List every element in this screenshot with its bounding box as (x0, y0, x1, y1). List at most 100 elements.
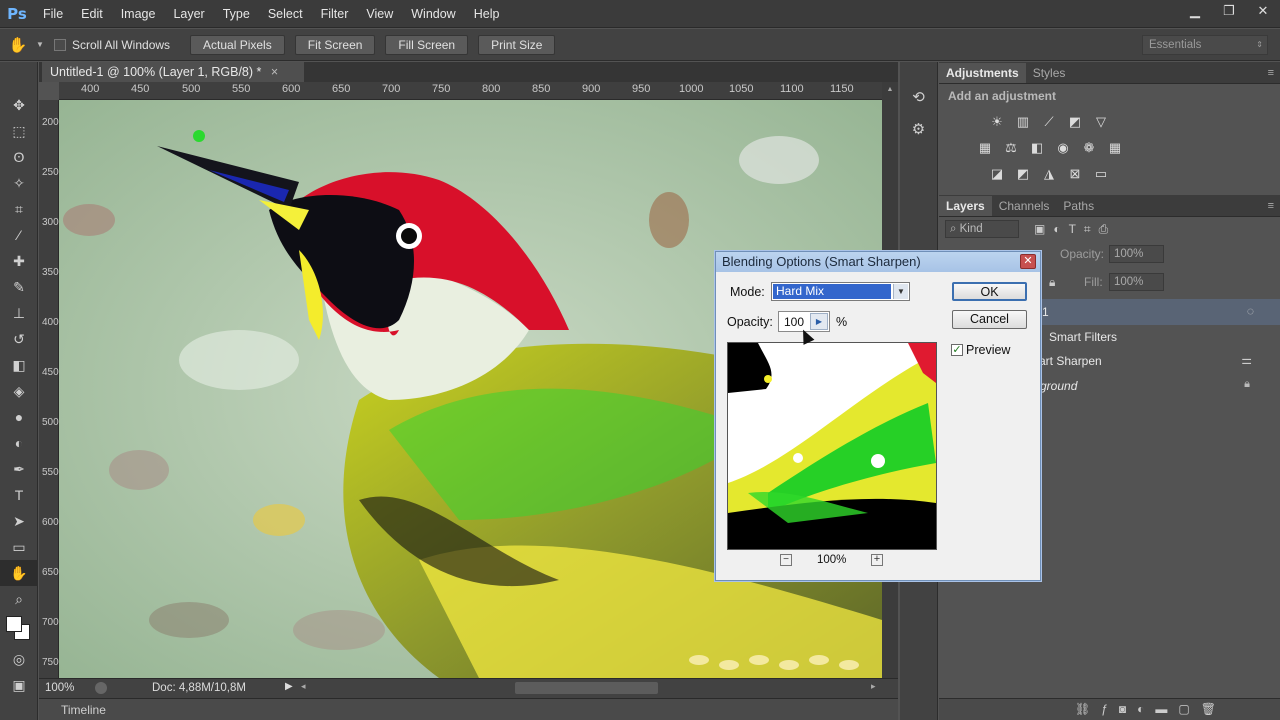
timeline-label[interactable]: Timeline (61, 703, 106, 717)
ruler-tick: 500 (42, 417, 59, 428)
crop-tool-icon[interactable]: ⌗ (0, 196, 38, 222)
clone-stamp-tool-icon[interactable]: ⊥ (0, 300, 38, 326)
threshold-icon[interactable]: ◮ (1039, 165, 1059, 183)
hscroll-right-icon[interactable]: ▸ (871, 681, 876, 692)
tab-styles[interactable]: Styles (1026, 63, 1073, 83)
healing-brush-tool-icon[interactable]: ✚ (0, 248, 38, 274)
scroll-up-icon[interactable]: ▲ (882, 86, 898, 93)
menu-window[interactable]: Window (402, 0, 464, 28)
black-white-icon[interactable]: ◧ (1027, 139, 1047, 157)
document-close-icon[interactable]: × (271, 65, 278, 79)
status-icon[interactable] (95, 682, 107, 694)
curves-icon[interactable]: ⟋ (1039, 113, 1059, 131)
dialog-title: Blending Options (Smart Sharpen) (716, 252, 1040, 272)
opacity-slider-arrow-icon[interactable]: ▶ (810, 313, 828, 330)
move-tool-icon[interactable]: ✥ (0, 92, 38, 118)
menu-select[interactable]: Select (259, 0, 312, 28)
photo-filter-icon[interactable]: ◉ (1053, 139, 1073, 157)
preview-checkbox[interactable]: ✓ (951, 344, 963, 356)
lasso-tool-icon[interactable]: ʘ (0, 144, 38, 170)
menu-help[interactable]: Help (465, 0, 509, 28)
restore-icon[interactable]: ❐ (1212, 0, 1246, 22)
panel-menu-icon[interactable]: ≡ (1268, 63, 1274, 83)
rectangle-tool-icon[interactable]: ▭ (0, 534, 38, 560)
hand-tool-icon[interactable]: ✋ (0, 36, 36, 54)
dialog-close-icon[interactable]: ✕ (1020, 254, 1036, 269)
history-panel-icon[interactable]: ⟲ (900, 88, 937, 106)
path-selection-tool-icon[interactable]: ➤ (0, 508, 38, 534)
hue-saturation-icon[interactable]: ▦ (975, 139, 995, 157)
gradient-map-icon[interactable]: ▭ (1091, 165, 1111, 183)
vibrance-icon[interactable]: ▽ (1091, 113, 1111, 131)
eraser-tool-icon[interactable]: ◧ (0, 352, 38, 378)
menu-view[interactable]: View (357, 0, 402, 28)
menu-filter[interactable]: Filter (312, 0, 358, 28)
cancel-button[interactable]: Cancel (952, 310, 1027, 329)
menu-type[interactable]: Type (214, 0, 259, 28)
fill-screen-button[interactable]: Fill Screen (385, 34, 469, 55)
menu-file[interactable]: File (34, 0, 72, 28)
color-swatches[interactable] (0, 612, 37, 646)
layer-opacity-input[interactable]: 100% (1109, 245, 1164, 263)
tab-channels[interactable]: Channels (992, 196, 1057, 216)
history-brush-tool-icon[interactable]: ↺ (0, 326, 38, 352)
ok-button[interactable]: OK (952, 282, 1027, 301)
paint-bucket-tool-icon[interactable]: ◈ (0, 378, 38, 404)
layers-panel-menu-icon[interactable]: ≡ (1268, 196, 1274, 216)
brightness-contrast-icon[interactable]: ☀ (987, 113, 1007, 131)
mode-dropdown-chevron-icon[interactable]: ▼ (893, 284, 908, 299)
lock-icon[interactable]: 🔒︎ (1049, 275, 1055, 290)
blur-tool-icon[interactable]: ● (0, 404, 38, 430)
quick-mask-icon[interactable]: ◎ (0, 646, 38, 672)
document-tab[interactable]: Untitled-1 @ 100% (Layer 1, RGB/8) * × (42, 62, 304, 82)
levels-icon[interactable]: ▥ (1013, 113, 1033, 131)
quick-select-tool-icon[interactable]: ✧ (0, 170, 38, 196)
tab-layers[interactable]: Layers (939, 196, 992, 216)
brush-tool-icon[interactable]: ✎ (0, 274, 38, 300)
eyedropper-tool-icon[interactable]: ⁄ (0, 222, 38, 248)
minimize-icon[interactable]: ▁ (1178, 0, 1212, 22)
exposure-icon[interactable]: ◩ (1065, 113, 1085, 131)
pen-tool-icon[interactable]: ✒ (0, 456, 38, 482)
type-tool-icon[interactable]: T (0, 482, 38, 508)
layer-fill-input[interactable]: 100% (1109, 273, 1164, 291)
mode-select[interactable]: Hard Mix ▼ (771, 282, 910, 301)
layers-footer-icons[interactable]: ⛓ƒ◙◐▬▢🗑︎ (1075, 702, 1227, 716)
tab-adjustments[interactable]: Adjustments (939, 63, 1026, 83)
zoom-out-icon[interactable]: − (780, 554, 792, 566)
layer-filter-select[interactable]: ⌕ Kind (945, 220, 1019, 238)
tool-preset-chevron-icon[interactable]: ▼ (36, 40, 46, 49)
menu-edit[interactable]: Edit (72, 0, 112, 28)
screen-mode-icon[interactable]: ▣ (0, 672, 38, 698)
layer-filter-icons[interactable]: ▣◐T⌗⎙ (1034, 222, 1116, 237)
zoom-level[interactable]: 100% (45, 682, 74, 694)
horizontal-scrollbar-thumb[interactable] (515, 682, 658, 694)
workspace-select[interactable]: Essentials ⇕ (1142, 35, 1268, 55)
foreground-color-swatch[interactable] (6, 616, 22, 632)
filter-blending-options-icon[interactable]: ⚌ (1241, 353, 1252, 367)
dodge-tool-icon[interactable]: ◐ (0, 430, 38, 456)
status-menu-arrow-icon[interactable]: ▶ (285, 681, 293, 692)
close-window-icon[interactable]: ✕ (1246, 0, 1280, 22)
color-lookup-icon[interactable]: ▦ (1105, 139, 1125, 157)
hscroll-left-icon[interactable]: ◂ (301, 681, 306, 692)
preview-thumbnail[interactable] (727, 342, 937, 550)
selective-color-icon[interactable]: ⊠ (1065, 165, 1085, 183)
channel-mixer-icon[interactable]: ❁ (1079, 139, 1099, 157)
properties-panel-icon[interactable]: ⚙ (900, 120, 937, 138)
menu-layer[interactable]: Layer (164, 0, 213, 28)
zoom-in-icon[interactable]: + (871, 554, 883, 566)
marquee-tool-icon[interactable]: ⬚ (0, 118, 38, 144)
posterize-icon[interactable]: ◩ (1013, 165, 1033, 183)
fit-screen-button[interactable]: Fit Screen (294, 34, 376, 55)
invert-icon[interactable]: ◪ (987, 165, 1007, 183)
scroll-all-windows-checkbox[interactable] (54, 38, 66, 51)
color-balance-icon[interactable]: ⚖ (1001, 139, 1021, 157)
actual-pixels-button[interactable]: Actual Pixels (190, 34, 285, 55)
zoom-tool-icon[interactable]: ⌕ (0, 586, 38, 612)
print-size-button[interactable]: Print Size (478, 34, 556, 55)
tab-paths[interactable]: Paths (1056, 196, 1101, 216)
menu-image[interactable]: Image (112, 0, 165, 28)
hand-tool-icon-active[interactable]: ✋ (0, 560, 38, 586)
opacity-unit: % (836, 315, 848, 329)
